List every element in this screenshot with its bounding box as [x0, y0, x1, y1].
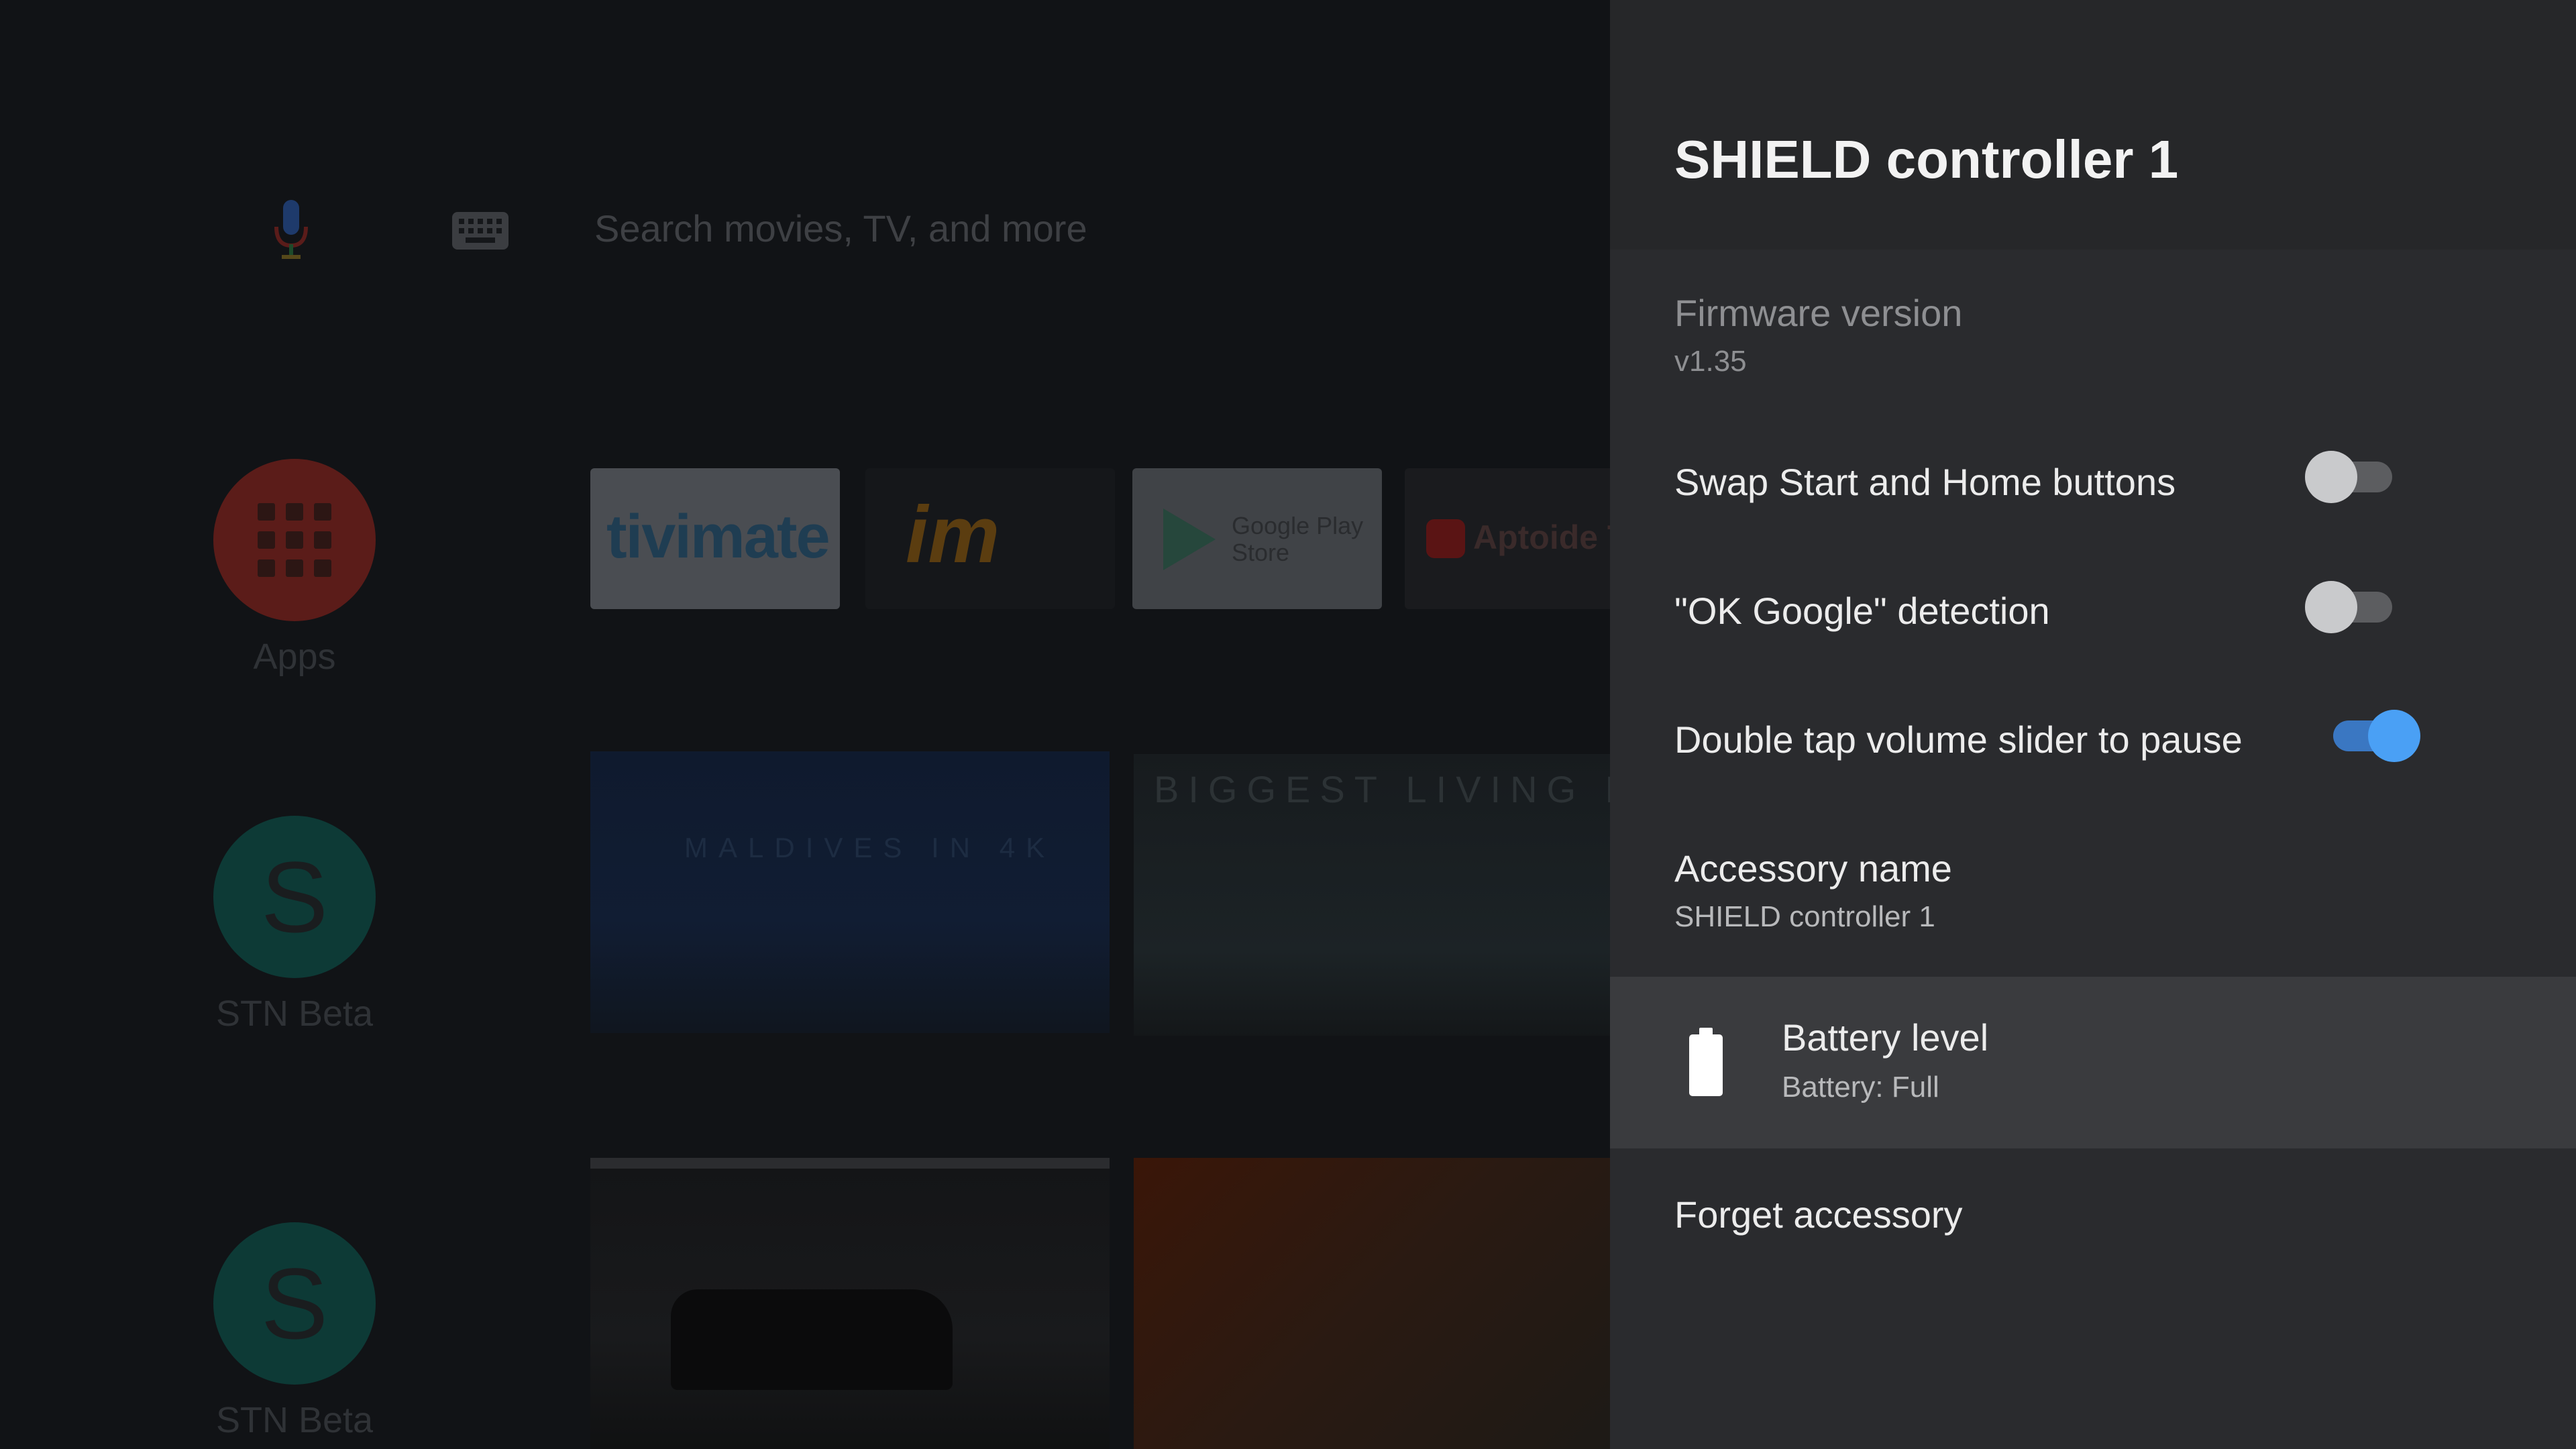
double-tap-volume-row[interactable]: Double tap volume slider to pause: [1610, 710, 2576, 771]
ok-google-toggle[interactable]: [2305, 577, 2399, 633]
double-tap-volume-label: Double tap volume slider to pause: [1674, 718, 2243, 761]
app-tile-google-play-store[interactable]: Google Play Store: [1132, 468, 1382, 609]
tivimate-logo: tivimate: [606, 502, 830, 571]
firmware-version-row: Firmware version v1.35: [1610, 250, 2576, 411]
sidebar-item-label: Apps: [253, 637, 336, 677]
imp-logo: im: [906, 490, 1000, 580]
microphone-icon[interactable]: [271, 200, 311, 260]
play-store-label: Google Play Store: [1232, 512, 1364, 566]
sidebar-item-label: STN Beta: [215, 994, 374, 1034]
stn-beta-icon: S: [213, 1222, 376, 1385]
play-store-icon: [1163, 508, 1216, 570]
settings-list: Firmware version v1.35 Swap Start and Ho…: [1610, 250, 2576, 1449]
content-title: MALDIVES IN 4K: [684, 832, 1056, 863]
aptoide-label: Aptoide T: [1473, 519, 1610, 556]
double-tap-volume-toggle[interactable]: [2326, 706, 2420, 762]
swap-start-home-toggle[interactable]: [2305, 447, 2399, 503]
battery-level-value: Battery: Full: [1782, 1071, 1939, 1104]
accessory-name-row[interactable]: Accessory name SHIELD controller 1: [1610, 847, 2576, 941]
accessory-name-label: Accessory name: [1674, 847, 1952, 890]
launcher-background: Search movies, TV, and more Apps S STN B…: [0, 0, 1610, 1449]
sidebar-item-stn-beta-2[interactable]: S STN Beta: [213, 1222, 376, 1441]
forget-accessory-label: Forget accessory: [1674, 1193, 1963, 1236]
sidebar-item-label: STN Beta: [215, 1400, 374, 1440]
settings-panel: SHIELD controller 1 Firmware version v1.…: [1610, 0, 2576, 1449]
firmware-version-value: v1.35: [1674, 345, 1747, 378]
swap-start-home-row[interactable]: Swap Start and Home buttons: [1610, 451, 2576, 514]
apps-grid-icon: [213, 459, 376, 621]
sidebar-item-stn-beta[interactable]: S STN Beta: [213, 816, 376, 1034]
content-title: BIGGEST LIVING FIS: [1154, 768, 1610, 810]
search-input[interactable]: Search movies, TV, and more: [594, 207, 1087, 250]
accessory-name-value: SHIELD controller 1: [1674, 900, 1935, 933]
swap-start-home-label: Swap Start and Home buttons: [1674, 461, 2176, 503]
battery-level-row[interactable]: Battery level Battery: Full: [1610, 977, 2576, 1148]
aptoide-icon: [1426, 519, 1465, 558]
content-tile-night-car[interactable]: [590, 1158, 1110, 1449]
panel-title: SHIELD controller 1: [1674, 129, 2179, 189]
panel-header: [1610, 0, 2576, 250]
stn-beta-icon: S: [213, 816, 376, 978]
ok-google-label: "OK Google" detection: [1674, 590, 2050, 632]
sidebar-item-apps[interactable]: Apps: [213, 459, 376, 678]
app-tile-imp[interactable]: im: [865, 468, 1115, 609]
content-tile-biggest-fish[interactable]: BIGGEST LIVING FIS: [1134, 754, 1610, 1036]
firmware-version-label: Firmware version: [1674, 292, 1963, 334]
battery-full-icon: [1689, 1028, 1723, 1096]
content-tile-movie-poster[interactable]: [1134, 1158, 1610, 1449]
battery-level-label: Battery level: [1782, 1016, 1989, 1059]
forget-accessory-row[interactable]: Forget accessory: [1610, 1193, 2576, 1246]
app-tile-tivimate[interactable]: tivimate: [590, 468, 840, 609]
content-tile-maldives[interactable]: MALDIVES IN 4K: [590, 751, 1110, 1033]
app-tile-aptoide-tv[interactable]: Aptoide T: [1405, 468, 1610, 609]
car-image: [671, 1289, 953, 1390]
keyboard-icon[interactable]: [452, 212, 508, 250]
ok-google-row[interactable]: "OK Google" detection: [1610, 581, 2576, 643]
